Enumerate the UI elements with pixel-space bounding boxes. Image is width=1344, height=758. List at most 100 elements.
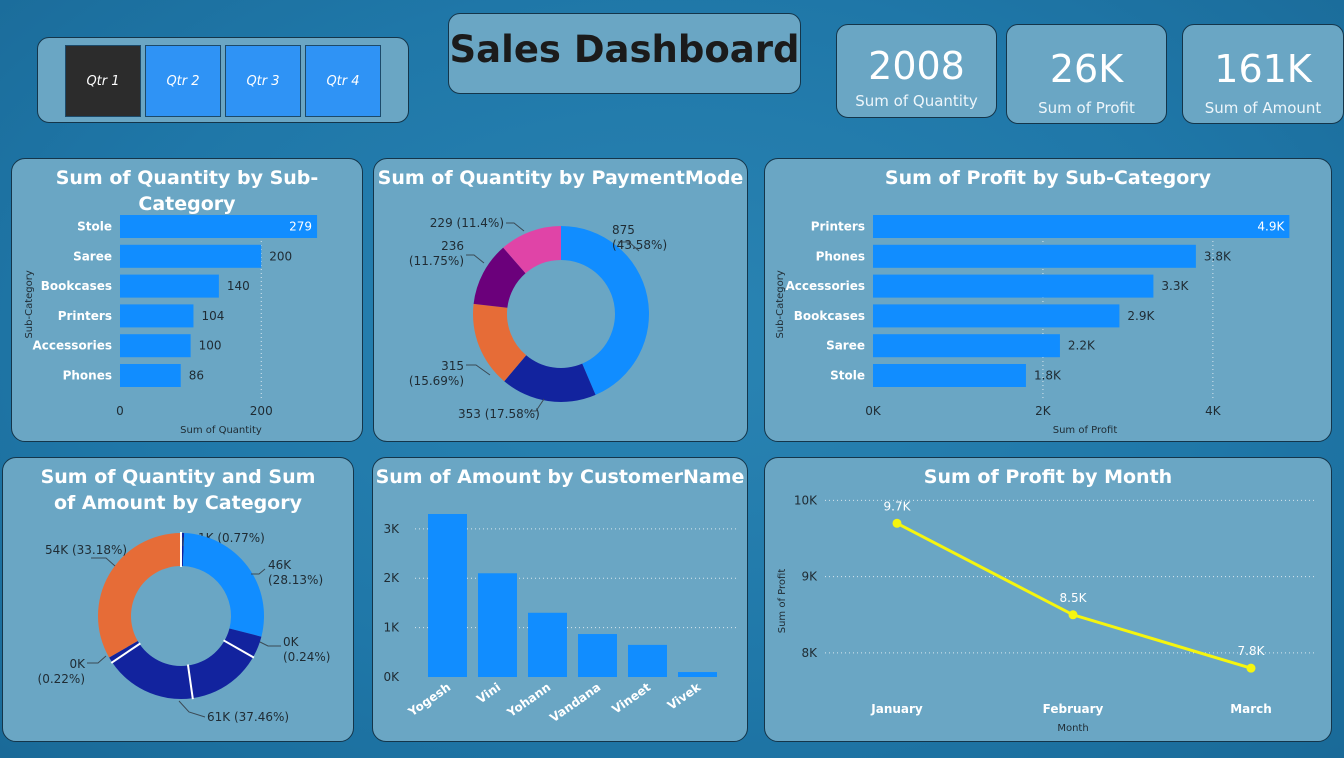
chart-quantity-by-subcategory-svg: 0 200 Stole 279 Saree 200 Bookcases 140 Printers… bbox=[24, 215, 318, 436]
data-label: 2.9K bbox=[1127, 309, 1155, 323]
slice-label: 229 (11.4%) bbox=[430, 216, 504, 230]
bar bbox=[628, 644, 667, 677]
bar bbox=[528, 612, 567, 677]
category-label: Vineet bbox=[609, 680, 653, 717]
leader-line bbox=[91, 557, 116, 567]
category-label: Saree bbox=[73, 249, 112, 263]
slice-label: 875 (43.58%) bbox=[612, 223, 667, 252]
category-label: Bookcases bbox=[794, 309, 865, 323]
leader-line bbox=[466, 254, 485, 264]
x-tick-label: 2K bbox=[1035, 404, 1052, 418]
y-tick-label: 10K bbox=[794, 493, 818, 507]
data-label: 4.9K bbox=[1257, 220, 1285, 234]
bar bbox=[478, 573, 517, 677]
chart-profit-by-month-svg: 8K 9K 10K 9.7K January 8.5K February 7.8K March M… bbox=[777, 493, 1315, 734]
bar bbox=[873, 215, 1290, 238]
leader-line bbox=[506, 222, 525, 232]
slicer-button-qtr1[interactable]: Qtr 1 bbox=[65, 45, 141, 117]
x-axis-title: Sum of Quantity bbox=[180, 425, 262, 436]
bar bbox=[120, 274, 219, 298]
bar bbox=[578, 634, 617, 677]
x-tick-label: 200 bbox=[250, 404, 273, 418]
bar bbox=[120, 215, 318, 238]
data-label: 140 bbox=[227, 279, 250, 293]
data-point bbox=[892, 518, 902, 528]
category-label: Stole bbox=[830, 369, 865, 383]
chart-quantity-by-subcategory: Sum of Quantity by Sub-Category 0 200 Stol… bbox=[11, 158, 363, 442]
slice-label: 0K (0.24%) bbox=[283, 635, 330, 664]
x-axis-title: Month bbox=[1057, 723, 1088, 734]
y-tick-label: 1K bbox=[383, 621, 400, 635]
leader-line bbox=[178, 700, 206, 718]
data-label: 200 bbox=[269, 249, 292, 263]
chart-profit-by-subcategory-svg: 0K 2K 4K Printers 4.9K Phones 3.8K Accessories 3… bbox=[775, 215, 1290, 436]
bar bbox=[120, 304, 194, 328]
kpi-card-profit: 26K Sum of Profit bbox=[1006, 24, 1167, 124]
bar bbox=[873, 274, 1154, 298]
bar bbox=[120, 364, 181, 387]
slice-label: 54K (33.18%) bbox=[45, 543, 127, 557]
slice-label: 353 (17.58%) bbox=[458, 407, 540, 421]
bar bbox=[120, 244, 262, 268]
chart-quantity-by-paymentmode: Sum of Quantity by PaymentMode 875 (43.58… bbox=[373, 158, 748, 442]
y-tick-label: 3K bbox=[383, 522, 400, 536]
slice-label: 236 (11.75%) bbox=[409, 239, 464, 268]
kpi-card-quantity: 2008 Sum of Quantity bbox=[836, 24, 997, 118]
y-tick-label: 0K bbox=[383, 670, 400, 684]
data-label: 86 bbox=[189, 369, 204, 383]
bar bbox=[873, 364, 1026, 387]
category-label: Phones bbox=[63, 369, 112, 383]
y-axis-title: Sum of Profit bbox=[777, 569, 788, 634]
data-point bbox=[1068, 610, 1078, 620]
category-label: Accessories bbox=[786, 279, 866, 293]
category-label: Bookcases bbox=[41, 279, 112, 293]
data-label: 2.2K bbox=[1068, 339, 1096, 353]
x-axis-title: Sum of Profit bbox=[1053, 425, 1118, 436]
category-label: Vivek bbox=[665, 679, 704, 712]
category-label: Vandana bbox=[547, 680, 603, 725]
kpi-label: Sum of Profit bbox=[1038, 99, 1135, 117]
category-label: Accessories bbox=[33, 339, 113, 353]
data-point bbox=[1246, 663, 1256, 673]
kpi-card-amount: 161K Sum of Amount bbox=[1182, 24, 1344, 124]
data-label: 100 bbox=[199, 339, 222, 353]
slicer-button-qtr2[interactable]: Qtr 2 bbox=[145, 45, 221, 117]
category-label: Printers bbox=[58, 309, 112, 323]
slicer-button-qtr3[interactable]: Qtr 3 bbox=[225, 45, 301, 117]
x-tick-label: 4K bbox=[1205, 404, 1222, 418]
category-label: March bbox=[1230, 702, 1272, 716]
kpi-label: Sum of Amount bbox=[1204, 99, 1322, 117]
slice-label: 0K (0.22%) bbox=[38, 657, 87, 686]
slice-label: 61K (37.46%) bbox=[207, 710, 289, 724]
data-label: 9.7K bbox=[884, 499, 912, 513]
kpi-label: Sum of Quantity bbox=[855, 92, 978, 110]
category-label: Phones bbox=[816, 249, 865, 263]
y-axis-title: Sub-Category bbox=[775, 270, 786, 338]
leader-line bbox=[251, 568, 266, 575]
kpi-value: 2008 bbox=[868, 44, 965, 88]
category-label: Vini bbox=[474, 680, 503, 706]
category-label: Yohann bbox=[504, 680, 553, 720]
chart-quantity-amount-by-category-svg: 1K (0.77%)46K (28.13%)0K (0.24%)61K (37.46… bbox=[38, 531, 331, 724]
chart-quantity-by-paymentmode-svg: 875 (43.58%) 353 (17.58%) 315 (15.69%) 236 (11… bbox=[409, 216, 667, 421]
category-label: Stole bbox=[77, 220, 112, 234]
leader-line bbox=[466, 364, 491, 376]
bar bbox=[428, 514, 467, 677]
leader-line bbox=[87, 655, 107, 664]
slicer-button-qtr4[interactable]: Qtr 4 bbox=[305, 45, 381, 117]
page-title: Sales Dashboard bbox=[449, 28, 800, 71]
kpi-value: 26K bbox=[1049, 47, 1124, 91]
category-label: February bbox=[1043, 702, 1104, 716]
kpi-value: 161K bbox=[1214, 47, 1312, 91]
donut-slice bbox=[182, 533, 264, 637]
category-label: Yogesh bbox=[405, 680, 453, 720]
data-label: 3.8K bbox=[1204, 249, 1232, 263]
leader-line bbox=[257, 640, 281, 647]
data-label: 8.5K bbox=[1060, 591, 1088, 605]
bar bbox=[873, 244, 1196, 268]
chart-profit-by-subcategory: Sum of Profit by Sub-Category 0K 2K 4K Prin… bbox=[764, 158, 1332, 442]
bar bbox=[678, 672, 717, 677]
slice-label: 315 (15.69%) bbox=[409, 359, 464, 388]
bar bbox=[120, 334, 191, 358]
x-tick-label: 0K bbox=[865, 404, 882, 418]
